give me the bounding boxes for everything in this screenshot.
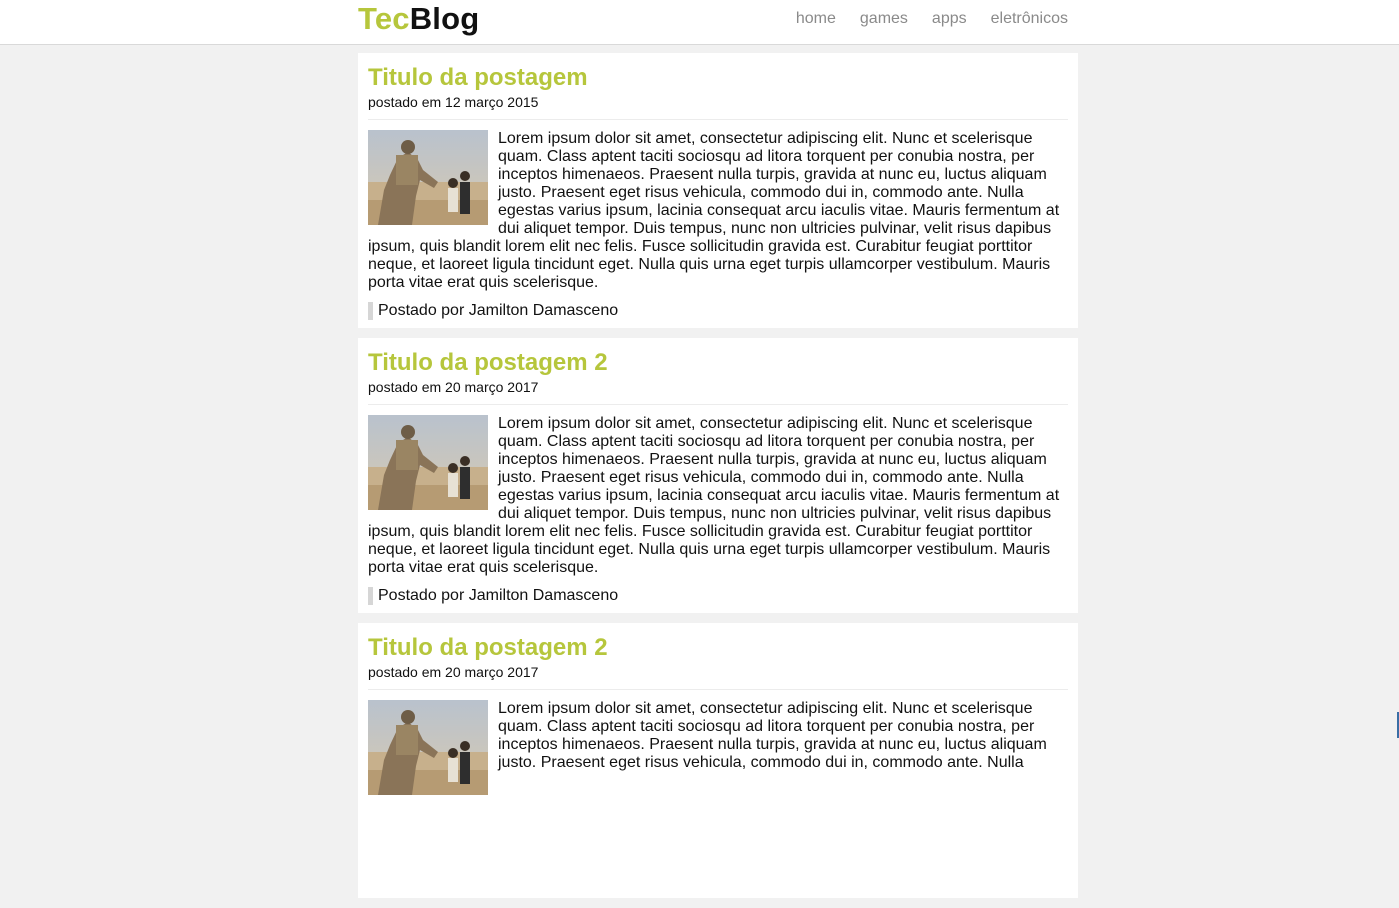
post-thumbnail-image [368,700,488,795]
post-card: Titulo da postagem 2 postado em 20 março… [358,623,1078,898]
post-divider [368,689,1068,690]
post-text: Lorem ipsum dolor sit amet, consectetur … [498,700,1047,771]
post-title[interactable]: Titulo da postagem 2 [368,349,1068,377]
post-body: Lorem ipsum dolor sit amet, consectetur … [368,700,1068,795]
post-card: Titulo da postagem 2 postado em 20 março… [358,338,1078,613]
nav-item-home[interactable]: home [796,9,836,29]
post-title[interactable]: Titulo da postagem 2 [368,634,1068,662]
post-thumbnail-image [368,415,488,510]
post-date: postado em 20 março 2017 [368,664,539,680]
post-author: Postado por Jamilton Damasceno [368,587,1068,605]
post-divider [368,404,1068,405]
logo-part-tec: Tec [358,1,410,36]
post-card: Titulo da postagem postado em 12 março 2… [358,53,1078,328]
nav-item-apps[interactable]: apps [932,9,967,29]
post-divider [368,119,1068,120]
post-title[interactable]: Titulo da postagem [368,64,1068,92]
post-author: Postado por Jamilton Damasceno [368,302,1068,320]
post-date: postado em 12 março 2015 [368,94,539,110]
post-date: postado em 20 março 2017 [368,379,539,395]
post-list: Titulo da postagem postado em 12 março 2… [358,53,1078,908]
nav-item-games[interactable]: games [860,9,908,29]
post-body: Lorem ipsum dolor sit amet, consectetur … [368,415,1068,577]
nav-item-eletronicos[interactable]: eletrônicos [991,9,1068,29]
logo-part-blog: Blog [409,1,480,36]
post-body: Lorem ipsum dolor sit amet, consectetur … [368,130,1068,292]
site-header: TecBlog home games apps eletrônicos [0,0,1399,45]
site-logo[interactable]: TecBlog [358,1,479,37]
post-thumbnail-image [368,130,488,225]
main-nav: home games apps eletrônicos [796,9,1068,29]
